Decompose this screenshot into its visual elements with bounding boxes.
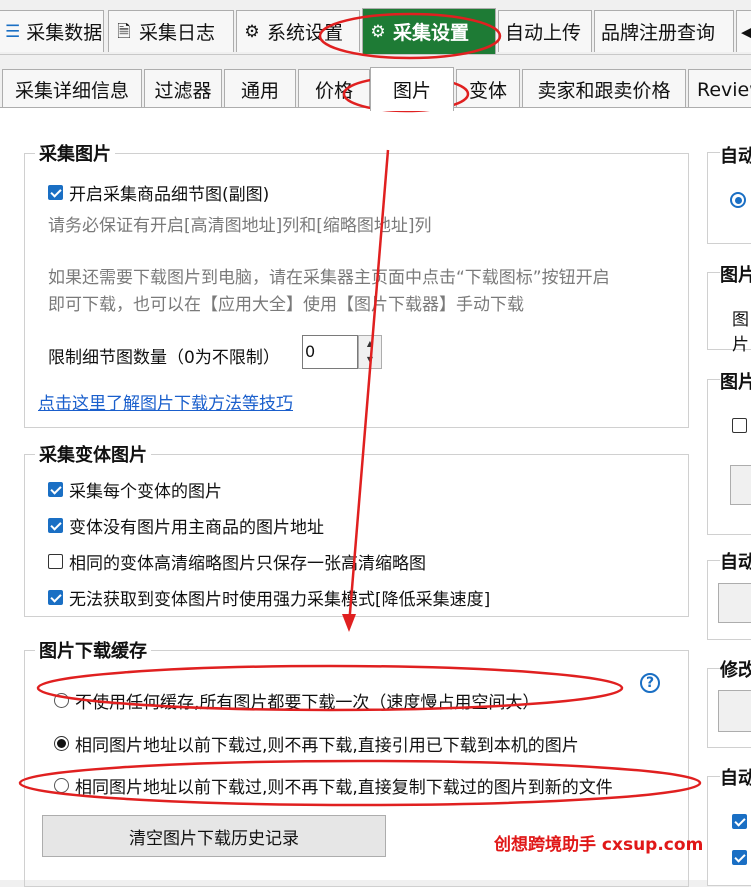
log-icon: 🗎 xyxy=(117,21,131,42)
right-button[interactable] xyxy=(718,583,751,623)
gear-icon: ⚙ xyxy=(244,21,260,42)
subtab-filter[interactable]: 过滤器 xyxy=(144,69,222,109)
checkbox-checked[interactable] xyxy=(732,814,747,829)
subtab-variants[interactable]: 变体 xyxy=(456,69,520,109)
group-title: 采集变体图片 xyxy=(39,445,147,466)
variant-option[interactable]: 变体没有图片用主商品的图片地址 xyxy=(48,513,324,538)
tab-auto-upload[interactable]: 自动上传 xyxy=(498,10,592,52)
radio-selected[interactable] xyxy=(54,736,69,751)
spin-down-icon[interactable]: ▼ xyxy=(359,352,381,368)
radio-selected[interactable] xyxy=(730,192,746,208)
spin-up-icon[interactable]: ▲ xyxy=(359,336,381,352)
cache-option[interactable]: 不使用任何缓存,所有图片都要下载一次（速度慢占用空间大） xyxy=(54,688,539,713)
subtab-images[interactable]: 图片 xyxy=(370,67,454,111)
download-tips-link[interactable]: 点击这里了解图片下载方法等技巧 xyxy=(38,389,293,414)
group-title: 图片 xyxy=(720,261,751,287)
top-tab-bar: ☰ 采集数据 🗎 采集日志 ⚙ 系统设置 ⚙ 采集设置 自动上传 品牌注册查询 … xyxy=(0,0,751,54)
subtab-general[interactable]: 通用 xyxy=(224,69,296,109)
radio-unselected[interactable] xyxy=(54,693,69,708)
group-title: 修改 xyxy=(720,656,751,682)
tab-collect-data[interactable]: ☰ 采集数据 xyxy=(0,10,104,52)
variant-option[interactable]: 相同的变体高清缩略图片只保存一张高清缩略图 xyxy=(48,549,426,574)
help-icon[interactable]: ? xyxy=(640,673,660,693)
subtab-review[interactable]: Review xyxy=(688,69,751,109)
data-icon: ☰ xyxy=(5,21,21,42)
cache-option[interactable]: 相同图片地址以前下载过,则不再下载,直接引用已下载到本机的图片 xyxy=(54,731,579,756)
group-title: 自动 xyxy=(720,548,751,574)
hint-text: 如果还需要下载图片到电脑，请在采集器主页面中点击“下载图标”按钮开启 xyxy=(48,268,610,288)
watermark-text: 创想跨境助手 cxsup.com xyxy=(494,835,704,855)
checkbox-checked[interactable] xyxy=(48,482,63,497)
variant-option[interactable]: 采集每个变体的图片 xyxy=(48,477,222,502)
tab-brand-query[interactable]: 品牌注册查询 xyxy=(594,10,734,52)
hint-text: 请务必保证有开启[高清图地址]列和[缩略图地址]列 xyxy=(48,216,432,236)
group-title: 自动 xyxy=(720,142,751,168)
tab-collect-log[interactable]: 🗎 采集日志 xyxy=(108,10,234,52)
right-button[interactable] xyxy=(718,690,751,732)
chevron-left-icon: ◀ xyxy=(741,21,751,43)
checkbox-checked[interactable] xyxy=(732,850,747,865)
sub-tab-bar: 采集详细信息 过滤器 通用 价格 图片 变体 卖家和跟卖价格 Review xyxy=(0,54,751,111)
variant-option[interactable]: 无法获取到变体图片时使用强力采集模式[降低采集速度] xyxy=(48,585,490,610)
limit-label: 限制细节图数量（0为不限制） xyxy=(48,348,280,368)
checkbox-checked[interactable] xyxy=(48,185,63,200)
right-text: 图片 xyxy=(732,310,749,355)
limit-count-input[interactable]: 0 xyxy=(302,335,358,369)
checkbox-unchecked[interactable] xyxy=(732,418,747,433)
enable-detail-images-checkbox[interactable]: 开启采集商品细节图(副图) xyxy=(48,180,269,205)
checkbox-unchecked[interactable] xyxy=(48,554,63,569)
group-title: 图片 xyxy=(720,368,751,394)
clear-download-history-button[interactable]: 清空图片下载历史记录 xyxy=(42,815,386,857)
hint-text: 即可下载，也可以在【应用大全】使用【图片下载器】手动下载 xyxy=(48,295,524,315)
radio-unselected[interactable] xyxy=(54,778,69,793)
tab-system-settings[interactable]: ⚙ 系统设置 xyxy=(236,10,360,52)
checkbox-checked[interactable] xyxy=(48,590,63,605)
right-group xyxy=(707,379,751,535)
checkbox-checked[interactable] xyxy=(48,518,63,533)
right-button[interactable] xyxy=(730,465,751,505)
group-title: 自动 xyxy=(720,764,751,790)
tab-collect-settings[interactable]: ⚙ 采集设置 xyxy=(362,8,496,54)
cache-option[interactable]: 相同图片地址以前下载过,则不再下载,直接复制下载过的图片到新的文件 xyxy=(54,773,613,798)
subtab-sellers[interactable]: 卖家和跟卖价格 xyxy=(522,69,686,109)
subtab-price[interactable]: 价格 xyxy=(298,69,370,109)
group-title: 采集图片 xyxy=(39,144,111,165)
limit-count-stepper[interactable]: ▲ ▼ xyxy=(358,335,382,369)
tab-scroll-left[interactable]: ◀ xyxy=(736,10,751,52)
right-group xyxy=(707,776,751,886)
group-title: 图片下载缓存 xyxy=(39,641,147,662)
gear-icon: ⚙ xyxy=(370,21,386,42)
subtab-details[interactable]: 采集详细信息 xyxy=(2,69,142,109)
